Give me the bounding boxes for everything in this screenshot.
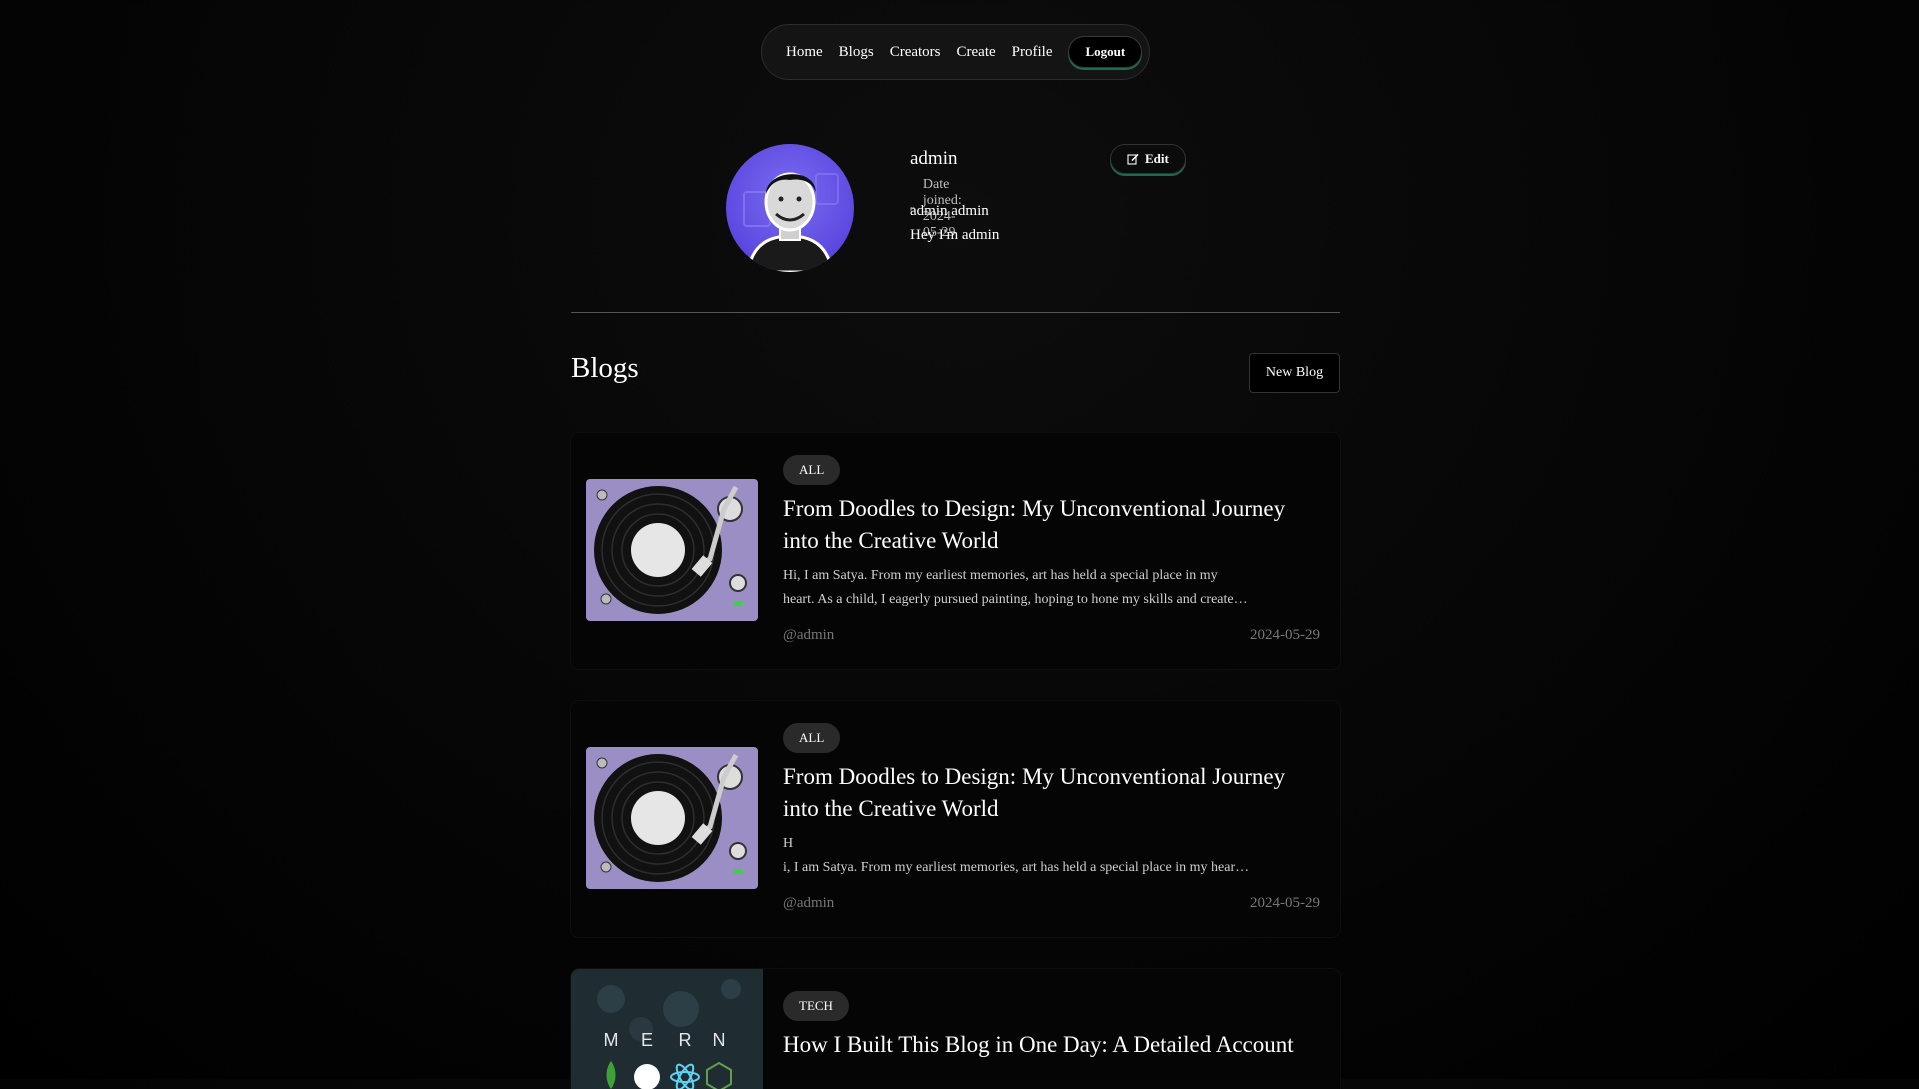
blog-thumbnail[interactable]: [586, 479, 758, 621]
mern-letter: E: [641, 1030, 653, 1050]
edit-profile-button[interactable]: Edit: [1110, 144, 1186, 174]
blog-thumbnail[interactable]: [586, 747, 758, 889]
nav-create[interactable]: Create: [957, 44, 996, 61]
profile-username: admin: [910, 148, 958, 169]
blog-date: 2024-05-29: [1250, 627, 1320, 643]
top-nav: Home Blogs Creators Create Profile Logou…: [761, 24, 1150, 80]
blogs-heading: Blogs: [571, 352, 639, 384]
nav-profile[interactable]: Profile: [1012, 44, 1053, 61]
blog-title[interactable]: How I Built This Blog in One Day: A Deta…: [783, 1029, 1323, 1061]
edit-label: Edit: [1145, 151, 1169, 166]
turntable-image: [586, 747, 758, 889]
avatar: [726, 144, 854, 272]
edit-icon: [1127, 153, 1139, 165]
blog-author[interactable]: @admin: [783, 895, 834, 912]
nav-home[interactable]: Home: [786, 44, 823, 61]
blog-excerpt: H i, I am Satya. From my earliest memori…: [783, 832, 1315, 880]
blog-author[interactable]: @admin: [783, 627, 834, 644]
logout-button[interactable]: Logout: [1068, 36, 1143, 68]
mern-letter: R: [679, 1030, 692, 1050]
mern-letter: M: [604, 1030, 619, 1050]
blog-excerpt: Hi, I am Satya. From my earliest memorie…: [783, 564, 1315, 612]
nav-blogs[interactable]: Blogs: [839, 44, 874, 61]
excerpt-line: Hi, I am Satya. From my earliest memorie…: [783, 568, 1218, 583]
blog-title[interactable]: From Doodles to Design: My Unconventiona…: [783, 493, 1323, 557]
blog-card[interactable]: M E R N TECH How I Built This Blog in On…: [571, 969, 1340, 1089]
blog-card[interactable]: ALL From Doodles to Design: My Unconvent…: [571, 433, 1340, 669]
blog-tag[interactable]: TECH: [783, 991, 849, 1021]
blog-tag[interactable]: ALL: [783, 455, 841, 485]
blog-thumbnail[interactable]: M E R N: [571, 969, 763, 1089]
mern-stack-image: M E R N: [597, 979, 741, 1089]
mern-letter: N: [713, 1030, 726, 1050]
blog-date: 2024-05-29: [1250, 895, 1320, 911]
section-divider: [571, 312, 1340, 313]
turntable-image: [586, 479, 758, 621]
nav-creators[interactable]: Creators: [890, 44, 941, 61]
blog-card[interactable]: ALL From Doodles to Design: My Unconvent…: [571, 701, 1340, 937]
profile-bio: Hey I'm admin: [910, 227, 1000, 243]
new-blog-button[interactable]: New Blog: [1249, 353, 1340, 393]
excerpt-line: heart. As a child, I eagerly pursued pai…: [783, 592, 1248, 607]
blog-tag[interactable]: ALL: [783, 723, 841, 753]
excerpt-line: H: [783, 836, 794, 851]
excerpt-line: i, I am Satya. From my earliest memories…: [783, 860, 1250, 875]
profile-full-name: admin admin: [910, 203, 989, 219]
avatar-image: [743, 172, 839, 272]
blog-title[interactable]: From Doodles to Design: My Unconventiona…: [783, 761, 1323, 825]
